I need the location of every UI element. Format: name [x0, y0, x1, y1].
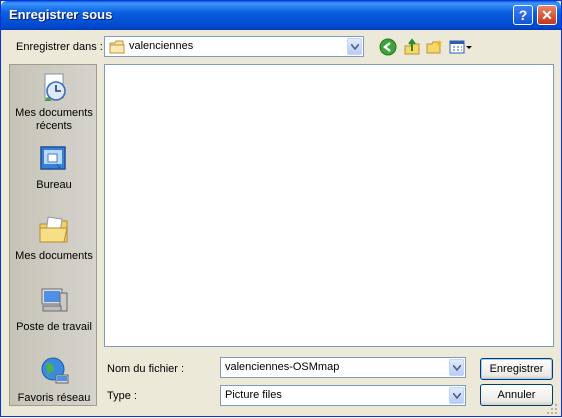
type-value: Picture files [225, 389, 282, 401]
close-button[interactable]: ✕ [537, 5, 557, 25]
back-icon[interactable] [379, 38, 397, 56]
filename-input[interactable]: valenciennes-OSMmap [225, 361, 339, 373]
place-label: Bureau [36, 179, 72, 191]
desktop-icon [40, 146, 66, 170]
view-menu-icon[interactable] [449, 38, 473, 56]
save-as-dialog: Enregistrer sous ? ✕ Enregistrer dans : … [0, 0, 562, 417]
place-label-line2: récents [35, 120, 73, 132]
file-list[interactable] [104, 64, 554, 347]
place-label: Favoris réseau [17, 392, 91, 404]
window-title: Enregistrer sous [9, 7, 113, 22]
network-places-icon [41, 357, 69, 384]
place-my-documents[interactable]: Mes documents [10, 214, 98, 263]
places-bar: Mes documents récents Bureau Mes documen… [9, 64, 97, 406]
my-documents-icon [39, 216, 68, 243]
filename-label: Nom du fichier : [107, 363, 185, 375]
my-computer-icon [41, 288, 68, 312]
chevron-down-icon[interactable] [449, 359, 464, 376]
type-label: Type : [107, 390, 137, 402]
chevron-down-icon[interactable] [347, 38, 362, 55]
title-bar[interactable]: Enregistrer sous ? ✕ [1, 1, 561, 30]
filename-combo[interactable]: valenciennes-OSMmap [220, 357, 466, 378]
place-label: Mes documents [15, 107, 93, 119]
save-in-label: Enregistrer dans : [16, 41, 103, 53]
current-folder-value: valenciennes [129, 40, 194, 52]
chevron-down-icon[interactable] [449, 387, 464, 404]
place-desktop[interactable]: Bureau [10, 143, 98, 192]
recent-documents-icon [44, 73, 66, 101]
place-my-computer[interactable]: Poste de travail [10, 285, 98, 334]
save-in-combo[interactable]: valenciennes [104, 36, 364, 57]
place-network[interactable]: Favoris réseau [10, 356, 98, 405]
place-label: Poste de travail [16, 321, 92, 333]
new-folder-icon[interactable] [426, 38, 444, 56]
save-button[interactable]: Enregistrer [480, 358, 553, 380]
cancel-button[interactable]: Annuler [480, 384, 553, 406]
resize-grip-icon[interactable] [546, 403, 558, 415]
place-recent-documents[interactable]: Mes documents récents [10, 71, 98, 133]
place-label: Mes documents [15, 250, 93, 262]
type-combo[interactable]: Picture files [220, 385, 466, 406]
up-folder-icon[interactable] [403, 38, 421, 56]
help-button[interactable]: ? [513, 5, 533, 25]
folder-icon [109, 40, 125, 57]
